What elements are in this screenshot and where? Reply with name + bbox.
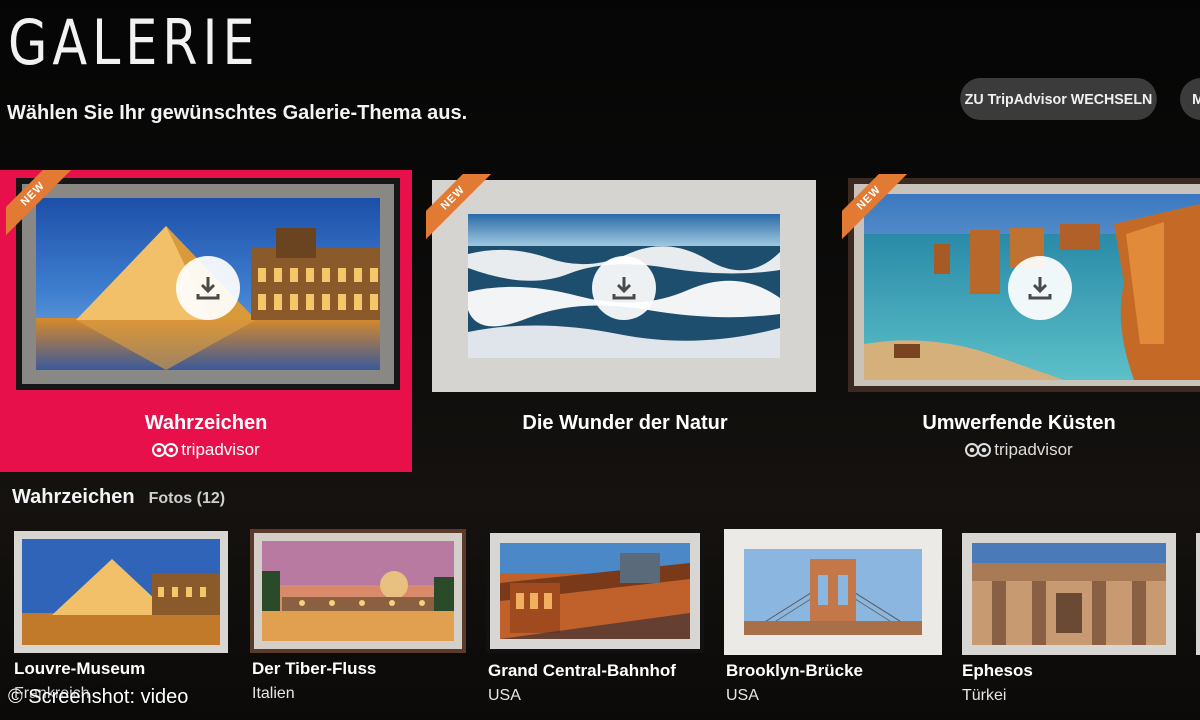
photo-title: Louvre-Museum — [14, 659, 146, 678]
theme-title: Die Wunder der Natur — [522, 412, 728, 434]
theme-title: Wahrzeichen — [144, 412, 268, 434]
photo-title: Ephesos — [962, 661, 1033, 680]
photo-item-grand-central[interactable]: Grand Central-Bahnhof USA — [486, 529, 704, 709]
photo-item-ephesos[interactable]: Ephesos Türkei — [962, 529, 1176, 709]
photo-country: USA — [488, 687, 521, 704]
photo-count: Fotos (12) — [148, 490, 226, 507]
new-badge: NEW — [842, 174, 912, 244]
tripadvisor-logo: tripadvisor — [0, 440, 412, 460]
new-badge: NEW — [6, 170, 76, 240]
watermark: © Screenshot: video — [8, 686, 189, 708]
switch-to-tripadvisor-button[interactable]: ZU TripAdvisor WECHSELN — [960, 78, 1157, 120]
theme-card-wahrzeichen[interactable]: NEW Wahrzeichen tripadvisor — [0, 170, 412, 472]
photo-country: USA — [726, 687, 759, 704]
page-subtitle: Wählen Sie Ihr gewünschtes Galerie-Thema… — [7, 102, 468, 124]
photo-item-partial[interactable] — [1196, 529, 1200, 659]
download-icon[interactable] — [1008, 256, 1072, 320]
new-badge: NEW — [426, 174, 496, 244]
photo-title: Grand Central-Bahnhof — [488, 661, 676, 680]
theme-title: Umwerfende Küsten — [922, 412, 1116, 434]
more-button[interactable]: M — [1180, 78, 1200, 120]
page-title: GALERIE — [8, 6, 260, 79]
photo-title: Der Tiber-Fluss — [252, 659, 377, 678]
photo-item-louvre[interactable]: Louvre-Museum Frankreich — [14, 529, 228, 709]
section-title: Wahrzeichen — [12, 486, 135, 508]
theme-card-umwerfende-kuesten[interactable]: NEW Umwerfende Küsten tripadvisor — [838, 170, 1200, 472]
photo-item-tiber[interactable]: Der Tiber-Fluss Italien — [250, 529, 466, 709]
download-icon[interactable] — [592, 256, 656, 320]
download-icon[interactable] — [176, 256, 240, 320]
photo-country: Türkei — [962, 687, 1007, 704]
photo-country: Italien — [252, 685, 295, 702]
theme-card-wunder-der-natur[interactable]: NEW Die Wunder der Natur — [418, 170, 832, 472]
photo-title: Brooklyn-Brücke — [726, 661, 863, 680]
section-heading: Wahrzeichen Fotos (12) — [12, 486, 225, 509]
tripadvisor-logo: tripadvisor — [838, 440, 1200, 460]
photo-item-brooklyn[interactable]: Brooklyn-Brücke USA — [724, 529, 942, 709]
